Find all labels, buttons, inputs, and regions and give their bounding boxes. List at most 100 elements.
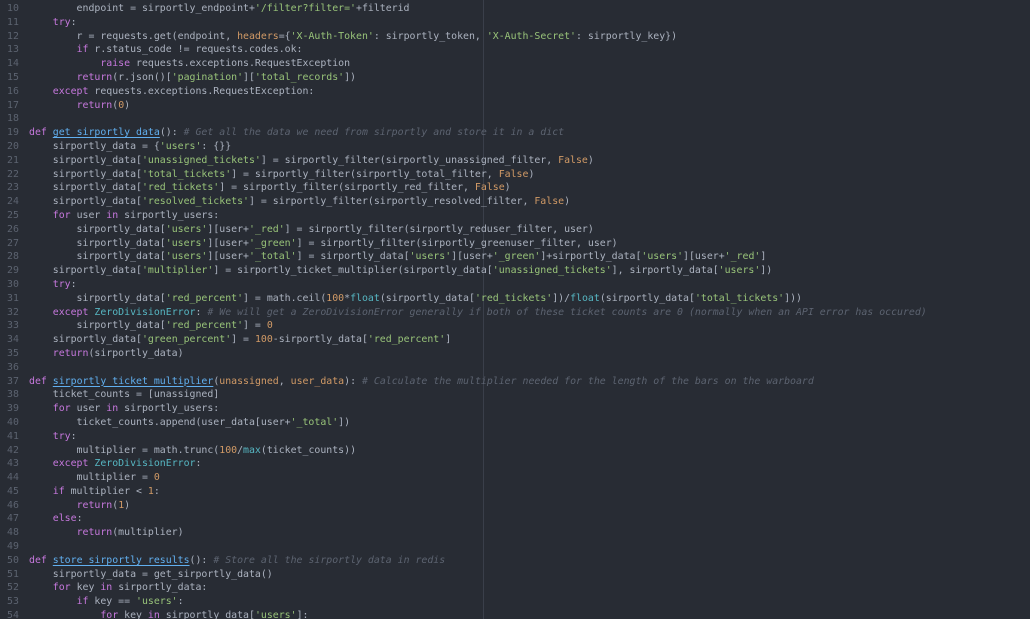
line-number: 50 xyxy=(7,554,19,566)
line-number: 18 xyxy=(7,113,19,125)
code-token-plain: ] xyxy=(445,334,452,346)
code-line[interactable]: multiplier = math.trunc(100/max(ticket_c… xyxy=(29,444,1030,458)
code-line[interactable]: ticket_counts = [unassigned] xyxy=(29,388,1030,402)
code-line[interactable]: sirportly_data['red_percent'] = 0 xyxy=(29,319,1030,333)
code-line[interactable]: if key == 'users': xyxy=(29,595,1030,609)
code-token-plain: ={ xyxy=(278,30,291,42)
code-area[interactable]: endpoint = sirportly_endpoint+'/filter?f… xyxy=(29,2,1030,619)
code-line[interactable]: sirportly_data['users'][user+'_red'] = s… xyxy=(29,223,1030,237)
code-line[interactable]: sirportly_data['total_tickets'] = sirpor… xyxy=(29,168,1030,182)
code-line[interactable]: sirportly_data['red_tickets'] = sirportl… xyxy=(29,181,1030,195)
code-token-number: 100 xyxy=(254,334,273,346)
line-number: 17 xyxy=(7,99,19,111)
code-line[interactable]: multiplier = 0 xyxy=(29,471,1030,485)
code-token-bool: False xyxy=(498,168,529,180)
code-line[interactable]: sirportly_data['red_percent'] = math.cei… xyxy=(29,292,1030,306)
code-token-plain: : sirportly_key}) xyxy=(576,30,678,42)
code-line[interactable]: except requests.exceptions.RequestExcept… xyxy=(29,85,1030,99)
code-line[interactable]: for user in sirportly_users: xyxy=(29,402,1030,416)
code-token-plain: ) xyxy=(504,182,511,194)
code-line[interactable] xyxy=(29,540,1030,554)
code-token-keyword: in xyxy=(147,610,160,619)
code-line[interactable]: for key in sirportly_data: xyxy=(29,581,1030,595)
code-line[interactable]: except ZeroDivisionError: # We will get … xyxy=(29,306,1030,320)
code-token-plain: : xyxy=(70,16,77,28)
code-line[interactable]: for key in sirportly_data['users']: xyxy=(29,609,1030,619)
code-token-string: 'users' xyxy=(165,251,208,263)
code-token-plain: sirportly_data[ xyxy=(29,168,142,180)
code-line[interactable]: sirportly_data['users'][user+'_total'] =… xyxy=(29,250,1030,264)
code-token-plain: sirportly_data[ xyxy=(29,196,142,208)
code-line[interactable]: raise requests.exceptions.RequestExcepti… xyxy=(29,57,1030,71)
line-number: 29 xyxy=(7,265,19,277)
code-token-func: store_sirportly_results xyxy=(52,554,190,566)
code-line[interactable]: try: xyxy=(29,16,1030,30)
line-number: 16 xyxy=(7,85,19,97)
code-token-keyword: return xyxy=(52,347,89,359)
code-line[interactable]: sirportly_data = {'users': {}} xyxy=(29,140,1030,154)
code-line[interactable]: for user in sirportly_users: xyxy=(29,209,1030,223)
line-number: 43 xyxy=(7,458,19,470)
code-line[interactable]: return(sirportly_data) xyxy=(29,347,1030,361)
code-token-string: 'users' xyxy=(254,610,297,619)
code-line[interactable]: try: xyxy=(29,278,1030,292)
line-number: 36 xyxy=(7,361,19,373)
code-token-plain: ] = sirportly_filter(sirportly_reduser_f… xyxy=(284,223,594,235)
code-token-plain: ] = sirportly_filter(sirportly_unassigne… xyxy=(260,154,559,166)
code-token-plain: sirportly_users: xyxy=(118,209,220,221)
code-line[interactable]: except ZeroDivisionError: xyxy=(29,457,1030,471)
code-token-plain: ]+sirportly_data[ xyxy=(540,251,642,263)
code-token-string: '_green' xyxy=(492,251,541,263)
line-number: 21 xyxy=(7,154,19,166)
code-token-keyword: in xyxy=(106,403,119,415)
code-token-keyword: for xyxy=(52,403,71,415)
code-line[interactable]: return(1) xyxy=(29,499,1030,513)
code-line[interactable]: sirportly_data['resolved_tickets'] = sir… xyxy=(29,195,1030,209)
code-token-keyword: in xyxy=(100,582,113,594)
code-line[interactable]: def sirportly_ticket_multiplier(unassign… xyxy=(29,375,1030,389)
code-line[interactable]: if r.status_code != requests.codes.ok: xyxy=(29,43,1030,57)
code-line[interactable]: return(0) xyxy=(29,99,1030,113)
code-token-plain: ) xyxy=(124,499,131,511)
code-token-string: '_red' xyxy=(249,223,285,235)
code-line[interactable]: try: xyxy=(29,430,1030,444)
code-token-plain: endpoint = sirportly_endpoint+ xyxy=(29,3,255,14)
code-line[interactable]: return(multiplier) xyxy=(29,526,1030,540)
code-line[interactable] xyxy=(29,112,1030,126)
code-line[interactable]: sirportly_data['users'][user+'_green'] =… xyxy=(29,237,1030,251)
code-token-string: '_total' xyxy=(290,416,339,428)
line-number: 11 xyxy=(7,16,19,28)
code-token-comment: # We will get a ZeroDivisionError genera… xyxy=(207,306,927,318)
code-token-plain: : {}} xyxy=(201,140,232,152)
code-line[interactable]: if multiplier < 1: xyxy=(29,485,1030,499)
code-token-string: 'users' xyxy=(718,265,761,277)
code-token-plain: sirportly_data[ xyxy=(29,265,142,277)
code-token-plain: sirportly_data[ xyxy=(159,610,255,619)
code-line[interactable]: ticket_counts.append(user_data[user+'_to… xyxy=(29,416,1030,430)
code-line[interactable]: r = requests.get(endpoint, headers={'X-A… xyxy=(29,30,1030,44)
code-token-keyword: try xyxy=(52,430,71,442)
code-token-plain: (multiplier) xyxy=(112,527,184,539)
code-line[interactable] xyxy=(29,361,1030,375)
code-line[interactable]: sirportly_data['unassigned_tickets'] = s… xyxy=(29,154,1030,168)
code-token-plain: multiplier = xyxy=(29,472,154,484)
code-token-param: headers xyxy=(237,30,279,42)
code-line[interactable]: endpoint = sirportly_endpoint+'/filter?f… xyxy=(29,2,1030,16)
code-line[interactable]: sirportly_data['multiplier'] = sirportly… xyxy=(29,264,1030,278)
code-line[interactable]: else: xyxy=(29,512,1030,526)
code-line[interactable]: return(r.json()['pagination']['total_rec… xyxy=(29,71,1030,85)
code-token-plain: -sirportly_data[ xyxy=(272,334,368,346)
line-number: 13 xyxy=(7,44,19,56)
code-line[interactable]: sirportly_data = get_sirportly_data() xyxy=(29,568,1030,582)
code-token-plain: : sirportly_token, xyxy=(373,30,487,42)
code-line[interactable]: sirportly_data['green_percent'] = 100-si… xyxy=(29,333,1030,347)
code-editor[interactable]: 10 11 12 13 14 15 16 17 18 19 20 21 22 23 24 25 26 27 28 29… xyxy=(0,0,1030,619)
code-line[interactable]: def store_sirportly_results(): # Store a… xyxy=(29,554,1030,568)
code-token-comment: # Calculate the multiplier needed for th… xyxy=(361,375,814,387)
code-line[interactable]: def get_sirportly_data(): # Get all the … xyxy=(29,126,1030,140)
line-number: 48 xyxy=(7,527,19,539)
code-token-plain: : xyxy=(195,306,208,318)
